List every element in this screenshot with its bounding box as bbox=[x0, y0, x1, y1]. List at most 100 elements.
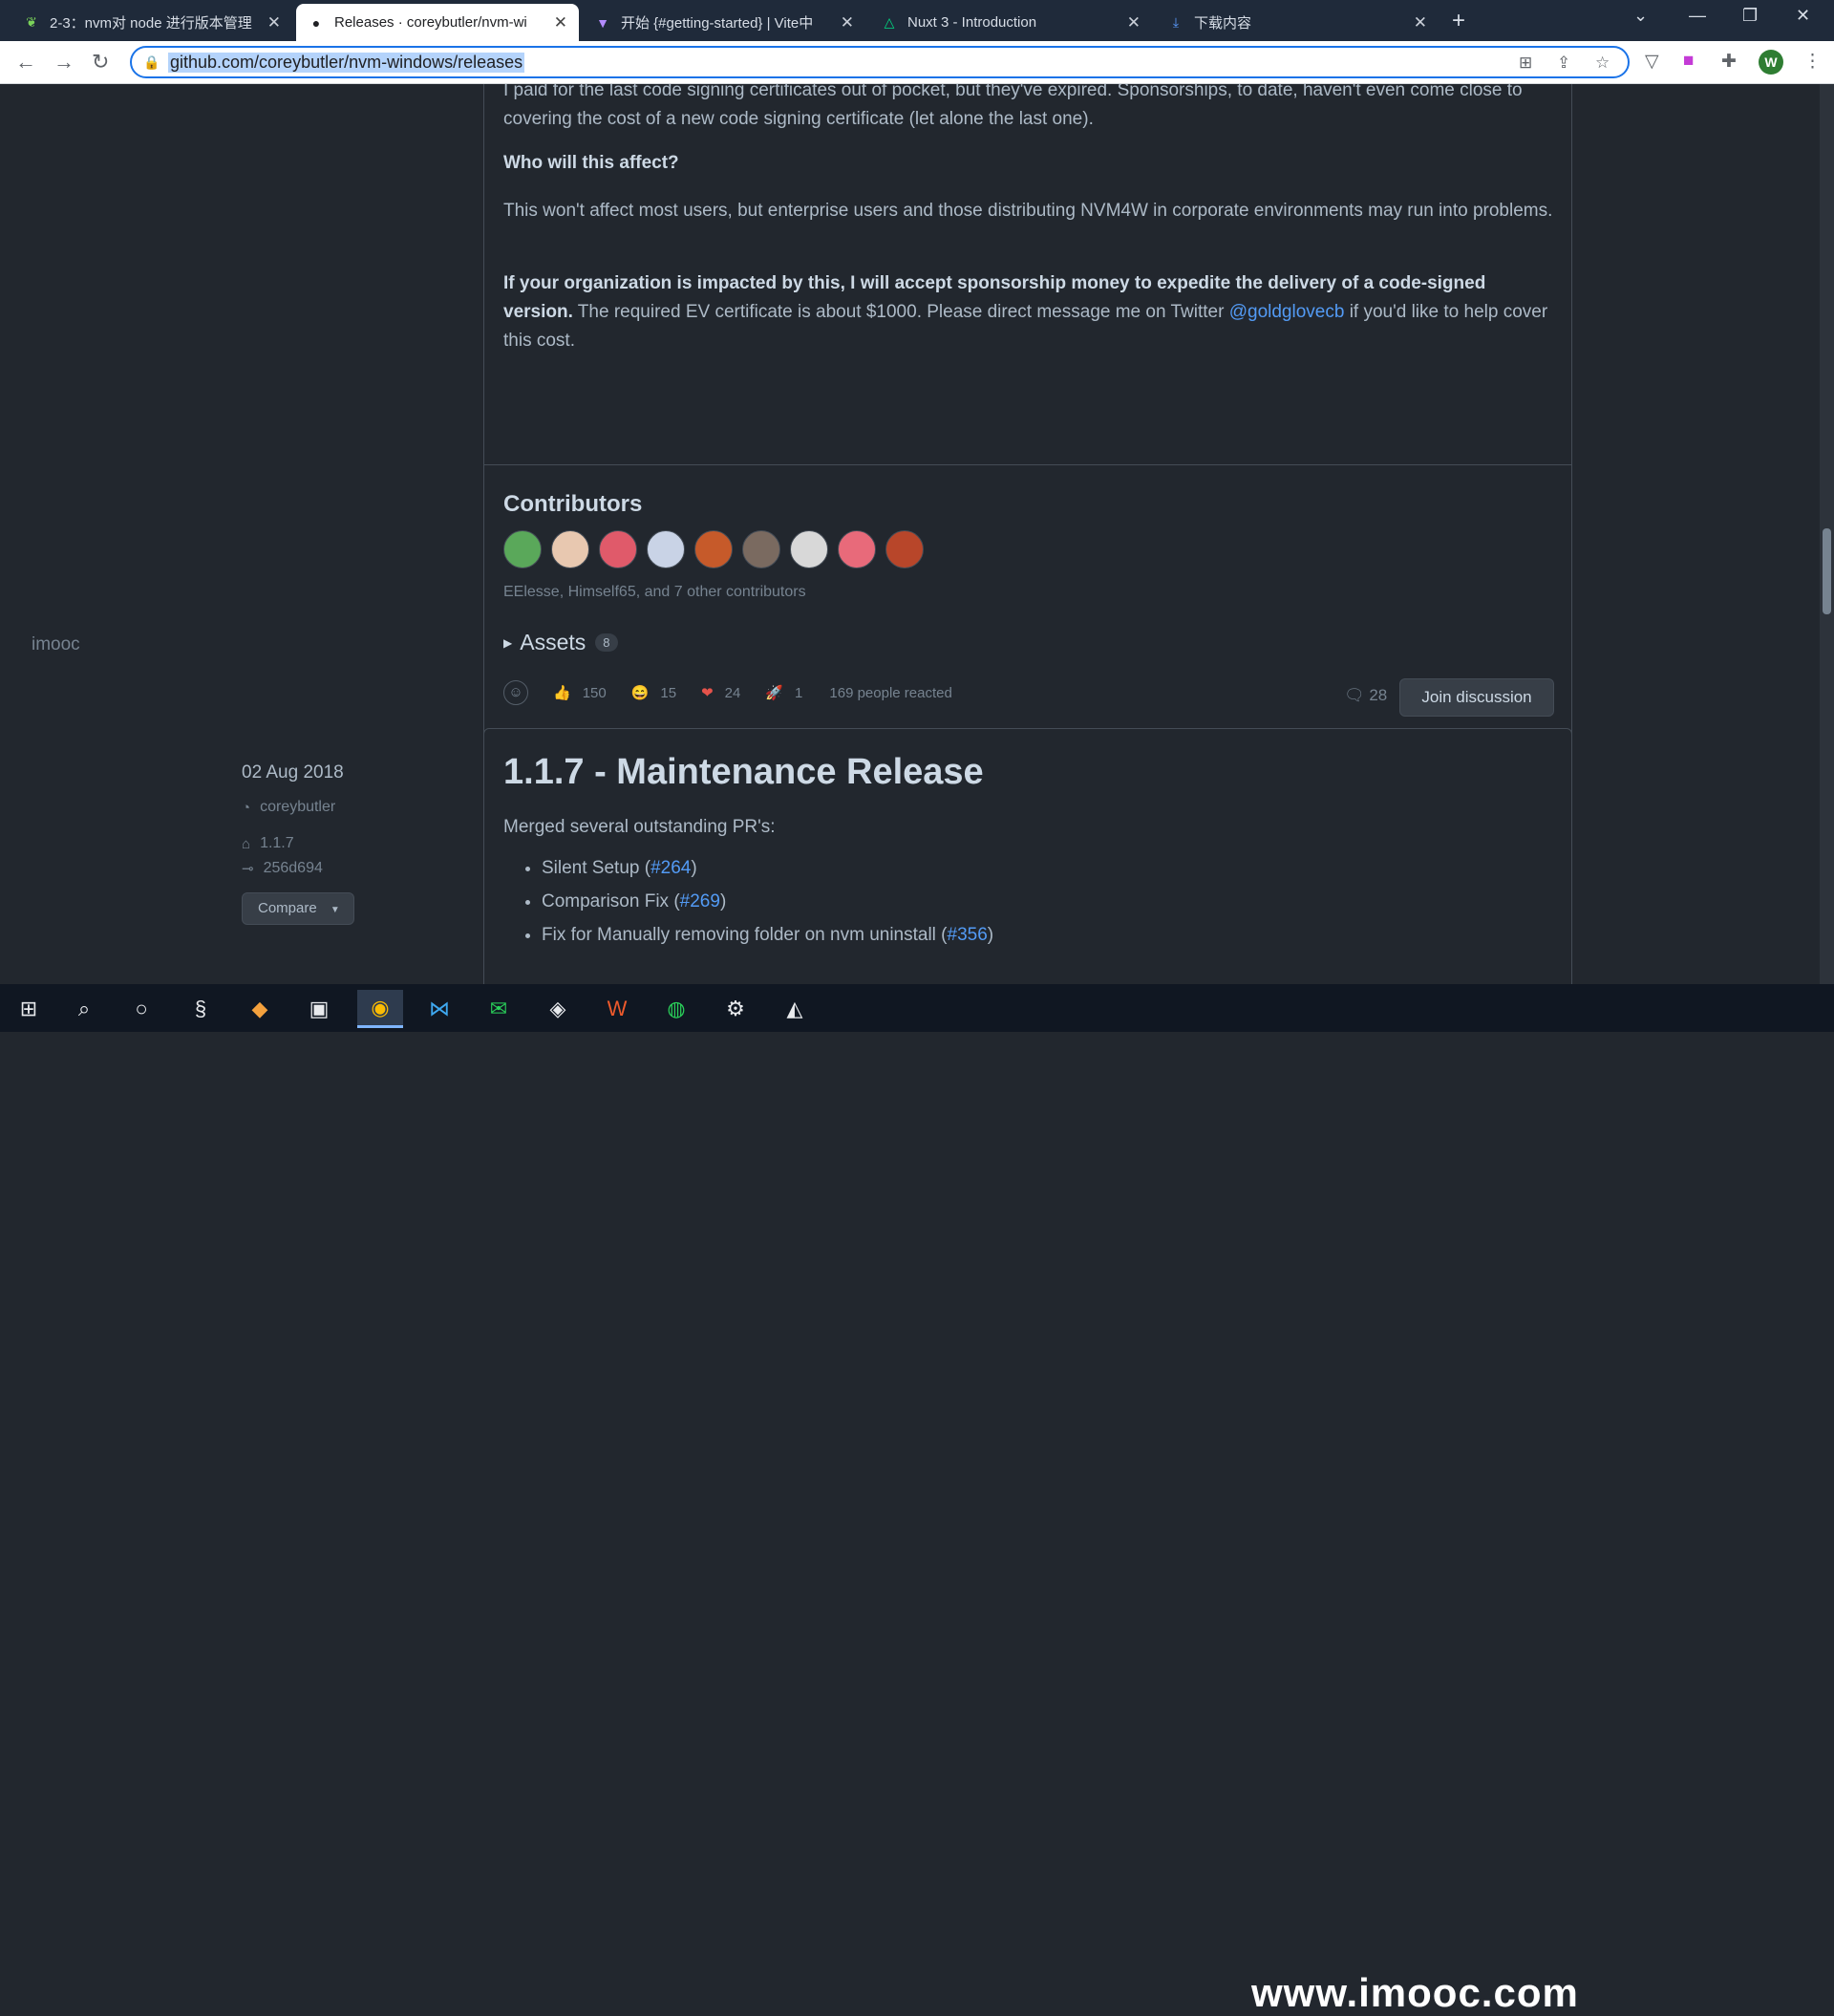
reload-icon[interactable]: ↻ bbox=[92, 50, 109, 75]
nuxt-icon: △ bbox=[884, 14, 895, 30]
contributors-heading: Contributors bbox=[503, 491, 643, 517]
twitter-link[interactable]: @goldglovecb bbox=[1229, 302, 1345, 322]
menu-kebab-icon[interactable]: ⋮ bbox=[1803, 51, 1822, 73]
close-window-button[interactable]: ✕ bbox=[1796, 6, 1810, 26]
bookmark-star-icon[interactable]: ☆ bbox=[1595, 54, 1610, 73]
list-item-text: ) bbox=[719, 891, 727, 911]
contributor-avatar[interactable] bbox=[742, 530, 780, 568]
list-item-text: Comparison Fix ( bbox=[542, 891, 680, 911]
contributor-avatar[interactable] bbox=[790, 530, 828, 568]
contributor-avatar[interactable] bbox=[551, 530, 589, 568]
author-name: coreybutler bbox=[260, 799, 336, 815]
pr-link[interactable]: #269 bbox=[680, 891, 720, 911]
app-icon[interactable]: ◈ bbox=[535, 990, 581, 1028]
close-icon[interactable]: ✕ bbox=[1414, 13, 1427, 32]
release-author[interactable]: ◔ coreybutler bbox=[242, 799, 335, 816]
contributor-avatar[interactable] bbox=[599, 530, 637, 568]
vscode-icon[interactable]: ⋈ bbox=[416, 990, 462, 1028]
reaction-heart[interactable]: ❤ 24 bbox=[692, 680, 750, 705]
pr-link[interactable]: #264 bbox=[650, 858, 691, 878]
contributor-avatars bbox=[503, 530, 924, 568]
comment-count: 28 bbox=[1369, 686, 1388, 704]
reaction-rocket[interactable]: 🚀 1 bbox=[756, 680, 812, 705]
url-text[interactable]: github.com/coreybutler/nvm-windows/relea… bbox=[168, 53, 525, 73]
office-icon[interactable]: W bbox=[594, 990, 640, 1028]
close-icon[interactable]: ✕ bbox=[267, 13, 281, 32]
wechat-icon[interactable]: ✉ bbox=[476, 990, 522, 1028]
search-icon[interactable]: ⌕ bbox=[61, 990, 107, 1028]
tab-github-releases[interactable]: ● Releases · coreybutler/nvm-wi ✕ bbox=[296, 4, 579, 41]
close-icon[interactable]: ✕ bbox=[554, 13, 567, 32]
minimize-button[interactable]: — bbox=[1689, 6, 1706, 26]
download-icon: ⤓ bbox=[1172, 14, 1180, 30]
page-scrollbar[interactable] bbox=[1820, 84, 1834, 984]
join-discussion-button[interactable]: Join discussion bbox=[1399, 678, 1554, 717]
release-tag[interactable]: ⌂ 1.1.7 bbox=[242, 835, 294, 852]
windows-taskbar: ⊞ ⌕ ○ § ◆ ▣ ◉ ⋈ ✉ ◈ W ◍ ⚙ ◭ www.imooc.co… bbox=[0, 984, 1834, 2015]
tab-search-icon[interactable]: ⌄ bbox=[1633, 6, 1648, 26]
thumbs-up-icon: 👍 bbox=[553, 685, 571, 701]
tab-downloads[interactable]: ⤓ 下载内容 ✕ bbox=[1156, 4, 1439, 41]
tab-title: 下载内容 bbox=[1194, 15, 1252, 32]
watermark: www.imooc.com bbox=[1251, 1970, 1579, 2015]
heart-icon: ❤ bbox=[701, 685, 714, 701]
git-icon[interactable]: ◆ bbox=[237, 990, 283, 1028]
contributor-avatar[interactable] bbox=[838, 530, 876, 568]
release-title[interactable]: 1.1.7 - Maintenance Release bbox=[503, 752, 984, 793]
reaction-count: 15 bbox=[660, 684, 677, 701]
app-icon[interactable]: § bbox=[178, 990, 224, 1028]
close-icon[interactable]: ✕ bbox=[1127, 13, 1141, 32]
windows-start-icon[interactable]: ⊞ bbox=[6, 990, 52, 1028]
release-commit[interactable]: ⊸ 256d694 bbox=[242, 860, 323, 877]
contributor-avatar[interactable] bbox=[885, 530, 924, 568]
pr-link[interactable]: #356 bbox=[948, 925, 988, 945]
contributor-avatar[interactable] bbox=[694, 530, 733, 568]
terminal-icon[interactable]: ▣ bbox=[296, 990, 342, 1028]
browser-toolbar: ← → ↻ 🔒 github.com/coreybutler/nvm-windo… bbox=[0, 41, 1834, 84]
tag-name: 1.1.7 bbox=[260, 835, 294, 851]
address-bar[interactable]: 🔒 github.com/coreybutler/nvm-windows/rel… bbox=[130, 46, 1630, 78]
add-reaction-icon[interactable]: ☺ bbox=[503, 680, 528, 705]
reaction-laugh[interactable]: 😄 15 bbox=[622, 680, 686, 705]
owner-label: imooc bbox=[32, 634, 80, 654]
contributor-avatar[interactable] bbox=[647, 530, 685, 568]
compare-button[interactable]: Compare ▼ bbox=[242, 892, 354, 925]
settings-gear-icon[interactable]: ⚙ bbox=[713, 990, 758, 1028]
tab-nuxt[interactable]: △ Nuxt 3 - Introduction ✕ bbox=[869, 4, 1152, 41]
chrome-icon[interactable]: ◉ bbox=[357, 990, 403, 1028]
release-subheading: Who will this affect? bbox=[503, 153, 679, 173]
list-item: Silent Setup (#264) bbox=[542, 851, 993, 885]
new-tab-button[interactable]: + bbox=[1452, 8, 1465, 34]
assets-toggle[interactable]: ▶ Assets 8 bbox=[503, 630, 618, 655]
tab-vite[interactable]: ▼ 开始 {#getting-started} | Vite中 ✕ bbox=[583, 4, 865, 41]
reaction-thumbs-up[interactable]: 👍 150 bbox=[544, 680, 616, 705]
extension-icon[interactable]: ■ bbox=[1683, 51, 1694, 72]
rocket-icon: 🚀 bbox=[765, 685, 784, 701]
extensions-puzzle-icon[interactable]: ✚ bbox=[1721, 51, 1737, 73]
list-item: Comparison Fix (#269) bbox=[542, 885, 993, 918]
translate-icon[interactable]: ⊞ bbox=[1519, 54, 1532, 73]
triangle-right-icon: ▶ bbox=[503, 635, 513, 650]
release-paragraph: If your organization is impacted by this… bbox=[503, 269, 1554, 355]
tab-imooc[interactable]: ❦ 2-3：nvm对 node 进行版本管理 ✕ bbox=[11, 4, 292, 41]
profile-avatar[interactable]: W bbox=[1759, 50, 1783, 75]
tab-title: 2-3：nvm对 node 进行版本管理 bbox=[50, 15, 252, 32]
contributor-avatar[interactable] bbox=[503, 530, 542, 568]
app-icon[interactable]: ◭ bbox=[772, 990, 818, 1028]
reaction-count: 1 bbox=[795, 684, 803, 701]
share-icon[interactable]: ⇪ bbox=[1557, 54, 1570, 73]
comments-count[interactable]: 🗨 28 bbox=[1344, 686, 1387, 705]
restore-button[interactable]: ❐ bbox=[1742, 6, 1758, 26]
divider bbox=[484, 464, 1571, 465]
commit-icon: ⊸ bbox=[242, 861, 254, 877]
app-icon[interactable]: ◍ bbox=[653, 990, 699, 1028]
cortana-icon[interactable]: ○ bbox=[118, 990, 164, 1028]
list-item-text: Fix for Manually removing folder on nvm … bbox=[542, 925, 948, 945]
forward-icon[interactable]: → bbox=[53, 50, 75, 75]
vue-devtools-icon[interactable]: ▽ bbox=[1645, 51, 1659, 73]
release-paragraph: I paid for the last code signing certifi… bbox=[503, 84, 1523, 129]
scrollbar-thumb[interactable] bbox=[1823, 528, 1831, 614]
lock-icon: 🔒 bbox=[143, 54, 160, 70]
close-icon[interactable]: ✕ bbox=[841, 13, 854, 32]
back-icon[interactable]: ← bbox=[15, 50, 36, 75]
